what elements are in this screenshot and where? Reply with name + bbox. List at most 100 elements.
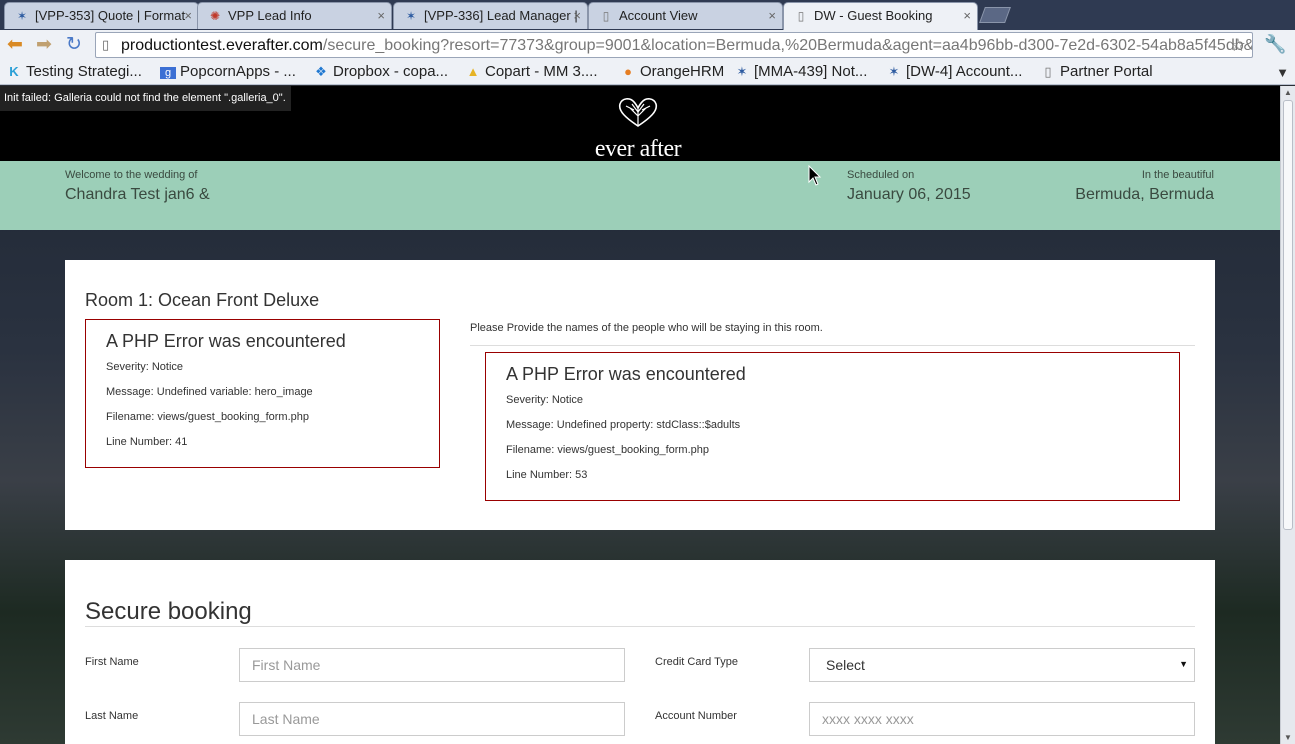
scroll-up-icon[interactable]: ▲ <box>1284 88 1292 97</box>
drive-icon: ▲ <box>466 64 480 79</box>
jira-icon: ✶ <box>16 9 28 23</box>
wedding-location: Bermuda, Bermuda <box>1075 186 1214 203</box>
tab-label: Account View <box>619 8 698 23</box>
bookmark-mma-439[interactable]: ✶ [MMA-439] Not... <box>734 63 868 80</box>
jira-icon: ✶ <box>888 64 900 79</box>
url-path: /secure_booking?resort=77373&group=9001&… <box>322 37 1253 54</box>
site-header: ever after Init failed: Galleria could n… <box>0 86 1280 163</box>
php-error-box: A PHP Error was encountered Severity: No… <box>85 319 440 468</box>
page-icon: ▯ <box>797 9 805 23</box>
account-number-input[interactable] <box>809 702 1195 736</box>
error-filename: Filename: views/guest_booking_form.php <box>506 444 710 456</box>
first-name-label: First Name <box>85 656 139 668</box>
wedding-info-band: Welcome to the wedding of Chandra Test j… <box>0 161 1280 230</box>
bookmark-dropbox[interactable]: ❖ Dropbox - copa... <box>313 63 448 80</box>
tab-vpp-336[interactable]: ✶ [VPP-336] Lead Manager | × <box>393 2 588 29</box>
star-icon[interactable]: ☆ <box>1230 35 1246 56</box>
room-panel: Room 1: Ocean Front Deluxe A PHP Error w… <box>65 260 1215 530</box>
jira-icon: ✶ <box>736 64 748 79</box>
galleria-error-banner: Init failed: Galleria could not find the… <box>0 86 291 111</box>
bookmark-partner-portal[interactable]: ▯ Partner Portal <box>1040 63 1153 80</box>
scroll-thumb[interactable] <box>1283 100 1293 530</box>
close-icon[interactable]: × <box>963 8 971 23</box>
bookmark-copart[interactable]: ▲ Copart - MM 3.... <box>465 63 598 80</box>
everafter-logo[interactable]: ever after <box>580 96 696 163</box>
tab-label: [VPP-336] Lead Manager | <box>424 8 578 23</box>
page-viewport: ever after Init failed: Galleria could n… <box>0 86 1280 744</box>
tab-label: VPP Lead Info <box>228 8 312 23</box>
tab-vpp-353[interactable]: ✶ [VPP-353] Quote | Format × <box>4 2 199 29</box>
tab-vpp-lead-info[interactable]: ✺ VPP Lead Info × <box>197 2 392 29</box>
google-plus-icon: g <box>160 67 176 79</box>
error-message: Message: Undefined property: stdClass::$… <box>506 419 741 431</box>
tab-guest-booking[interactable]: ▯ DW - Guest Booking × <box>783 2 978 30</box>
tab-label: [VPP-353] Quote | Format <box>35 8 186 23</box>
guests-instructions: Please Provide the names of the people w… <box>470 322 823 334</box>
couple-label: Welcome to the wedding of <box>65 169 198 181</box>
k-icon: K <box>9 64 19 79</box>
forward-arrow-icon[interactable]: ➡ <box>36 35 52 55</box>
scroll-down-icon[interactable]: ▼ <box>1284 733 1292 742</box>
dropbox-icon: ❖ <box>315 64 327 79</box>
mouse-cursor-icon <box>808 165 822 186</box>
error-line-number: Line Number: 41 <box>106 436 188 448</box>
bookmark-label: Dropbox - copa... <box>333 63 449 80</box>
room-title: Room 1: Ocean Front Deluxe <box>85 290 320 310</box>
bookmark-label: OrangeHRM <box>640 63 725 80</box>
error-message: Message: Undefined variable: hero_image <box>106 386 313 398</box>
wrench-icon[interactable]: 🔧 <box>1264 34 1286 55</box>
back-arrow-icon[interactable]: ⬅ <box>7 35 23 55</box>
close-icon[interactable]: × <box>377 8 385 23</box>
chevron-down-icon: ▼ <box>1179 659 1188 669</box>
bookmark-label: Partner Portal <box>1060 63 1153 80</box>
bookmarks-bar: K Testing Strategi... g PopcornApps - ... … <box>0 60 1295 85</box>
booking-title: Secure booking <box>85 598 252 625</box>
divider <box>470 345 1195 346</box>
bookmark-popcornapps[interactable]: g PopcornApps - ... <box>160 63 296 80</box>
close-icon[interactable]: × <box>184 8 192 23</box>
bookmark-testing-strategi[interactable]: K Testing Strategi... <box>6 63 142 80</box>
couple-names: Chandra Test jan6 & <box>65 186 210 203</box>
page-scrollbar[interactable]: ▲ ▼ <box>1280 86 1295 744</box>
page-icon: ▯ <box>1044 64 1052 79</box>
tab-account-view[interactable]: ▯ Account View × <box>588 2 783 29</box>
secure-booking-panel: Secure booking First Name Credit Card Ty… <box>65 560 1215 744</box>
bookmark-label: [DW-4] Account... <box>906 63 1023 80</box>
bookmark-orangehrm[interactable]: ● OrangeHRM <box>620 63 724 80</box>
first-name-input[interactable] <box>239 648 625 682</box>
card-type-value: Select <box>826 657 865 673</box>
chevron-down-icon[interactable]: ▼ <box>1276 65 1289 80</box>
bookmark-label: Copart - MM 3.... <box>485 63 598 80</box>
date-label: Scheduled on <box>847 169 915 181</box>
reload-icon[interactable]: ↻ <box>66 35 82 55</box>
tab-label: DW - Guest Booking <box>814 8 933 23</box>
bookmark-label: PopcornApps - ... <box>180 63 296 80</box>
close-icon[interactable]: × <box>573 8 581 23</box>
bookmark-dw-4[interactable]: ✶ [DW-4] Account... <box>886 63 1023 80</box>
new-tab-button[interactable] <box>979 7 1011 23</box>
account-number-label: Account Number <box>655 710 737 722</box>
bug-icon: ✺ <box>209 9 221 23</box>
last-name-input[interactable] <box>239 702 625 736</box>
wedding-date: January 06, 2015 <box>847 186 971 203</box>
browser-toolbar: ⬅ ➡ ↻ ▯ productiontest.everafter.com/sec… <box>0 30 1295 60</box>
logo-text: ever after <box>594 136 682 162</box>
address-bar[interactable]: ▯ productiontest.everafter.com/secure_bo… <box>95 32 1253 58</box>
location-label: In the beautiful <box>1141 169 1214 181</box>
page-icon: ▯ <box>602 9 610 23</box>
last-name-label: Last Name <box>85 710 139 722</box>
error-line-number: Line Number: 53 <box>506 469 588 481</box>
card-type-label: Credit Card Type <box>655 656 738 668</box>
error-heading: A PHP Error was encountered <box>106 331 346 351</box>
divider <box>85 626 1195 627</box>
bookmark-label: Testing Strategi... <box>26 63 142 80</box>
error-heading: A PHP Error was encountered <box>506 364 746 384</box>
error-filename: Filename: views/guest_booking_form.php <box>106 411 310 423</box>
orange-icon: ● <box>624 64 632 79</box>
bookmark-label: [MMA-439] Not... <box>754 63 868 80</box>
php-error-box: A PHP Error was encountered Severity: No… <box>485 352 1180 501</box>
close-icon[interactable]: × <box>768 8 776 23</box>
card-type-select[interactable]: Select ▼ <box>809 648 1195 682</box>
error-severity: Severity: Notice <box>506 394 584 406</box>
url-host: productiontest.everafter.com <box>121 37 323 54</box>
